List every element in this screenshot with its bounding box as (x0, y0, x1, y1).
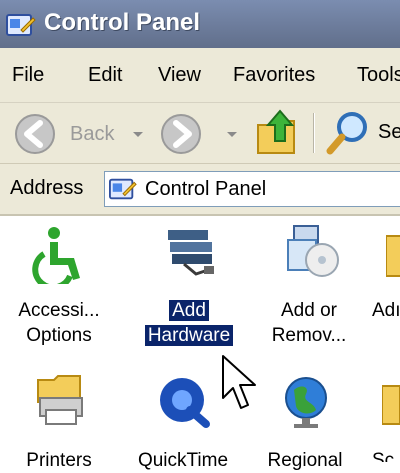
toolbar: Back Se (0, 103, 400, 164)
item-label-line1: Accessi... (18, 300, 100, 321)
administrative-tools-icon (386, 235, 400, 277)
item-label-line1: Printers (26, 450, 92, 471)
menu-view[interactable]: View (158, 64, 201, 87)
mouse-pointer-icon (222, 355, 256, 409)
address-value: Control Panel (145, 178, 267, 200)
regional-icon (285, 377, 327, 428)
menu-tools[interactable]: Tools (357, 64, 400, 87)
item-label-line1: QuickTime (137, 450, 229, 471)
item-label-line1: Sc (372, 450, 395, 462)
up-folder-button[interactable] (254, 107, 300, 162)
item-administrative-tools[interactable]: Adı (346, 216, 400, 366)
quicktime-icon (160, 378, 210, 428)
menu-file[interactable]: File (12, 64, 44, 87)
item-label-line2: Options (26, 325, 92, 346)
control-panel-icon (6, 14, 36, 36)
address-bar: Address Control Panel (0, 164, 400, 216)
accessibility-icon (32, 227, 80, 284)
up-folder-icon (257, 109, 295, 154)
menu-bar: File Edit View Favorites Tools (0, 48, 400, 103)
forward-button[interactable] (160, 113, 237, 160)
add-hardware-icon (168, 230, 214, 276)
search-button[interactable]: Se (326, 109, 400, 160)
item-add-hardware[interactable]: Add Hardware (130, 216, 248, 366)
scheduled-icon (382, 385, 400, 425)
title-bar[interactable]: Control Panel (0, 0, 400, 48)
item-scheduled[interactable]: Sc (346, 366, 400, 462)
menu-edit[interactable]: Edit (88, 64, 122, 87)
menu-favorites[interactable]: Favorites (233, 64, 315, 87)
printers-icon (37, 375, 83, 425)
window-title: Control Panel (44, 9, 201, 36)
item-label-line1: Adı (372, 300, 400, 321)
control-panel-items: Accessi... Options Add Hardware Add or R… (0, 216, 400, 471)
toolbar-separator (313, 113, 314, 153)
item-label-line1: Add (169, 300, 209, 321)
control-panel-icon (109, 178, 137, 200)
chevron-down-icon (133, 132, 143, 137)
back-label: Back (70, 123, 115, 145)
address-field[interactable]: Control Panel (104, 171, 400, 207)
item-accessibility-options[interactable]: Accessi... Options (0, 216, 118, 366)
address-label: Address (10, 177, 84, 199)
search-icon (326, 112, 367, 155)
back-button[interactable]: Back (14, 113, 143, 160)
search-label: Se (378, 121, 400, 143)
item-printers[interactable]: Printers (0, 366, 118, 471)
chevron-down-icon (227, 132, 237, 137)
back-arrow-icon (15, 114, 55, 154)
item-label-line2: Hardware (144, 325, 234, 346)
add-remove-programs-icon (287, 225, 339, 277)
forward-arrow-icon (161, 114, 201, 154)
